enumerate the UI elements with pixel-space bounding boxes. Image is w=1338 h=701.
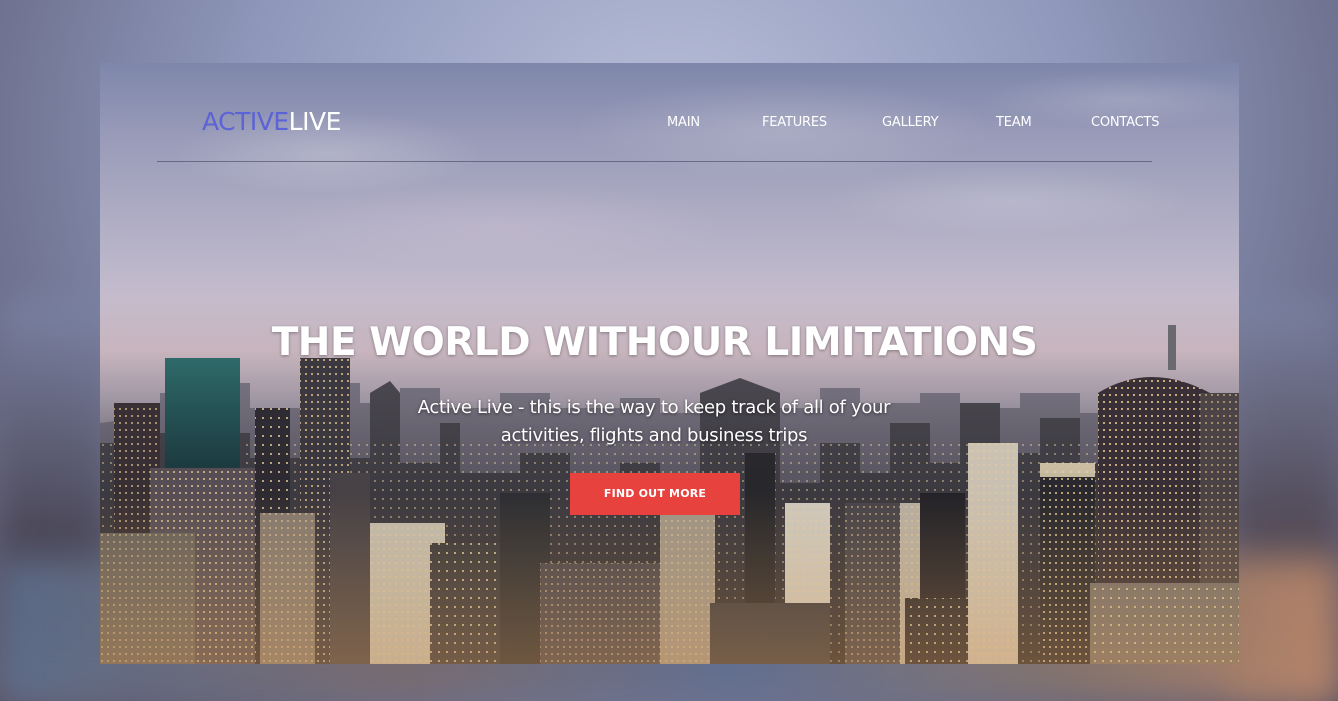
main-nav: MAIN FEATURES GALLERY TEAM CONTACTS [100, 115, 1239, 133]
hero-subtitle: Active Live - this is the way to keep tr… [417, 397, 891, 446]
nav-item-contacts[interactable]: CONTACTS [1091, 115, 1160, 131]
landing-page-frame: ACTIVELIVE MAIN FEATURES GALLERY TEAM CO… [100, 63, 1239, 664]
site-header: ACTIVELIVE MAIN FEATURES GALLERY TEAM CO… [100, 63, 1239, 163]
hero-title: THE WORLD WITHOUR LIMITATIONS [271, 320, 1038, 365]
find-out-more-button[interactable]: FIND OUT MORE [570, 473, 740, 515]
nav-item-main[interactable]: MAIN [667, 115, 700, 131]
header-divider [157, 161, 1152, 162]
nav-item-team[interactable]: TEAM [996, 115, 1032, 131]
nav-item-gallery[interactable]: GALLERY [882, 115, 939, 131]
nav-item-features[interactable]: FEATURES [762, 115, 827, 131]
